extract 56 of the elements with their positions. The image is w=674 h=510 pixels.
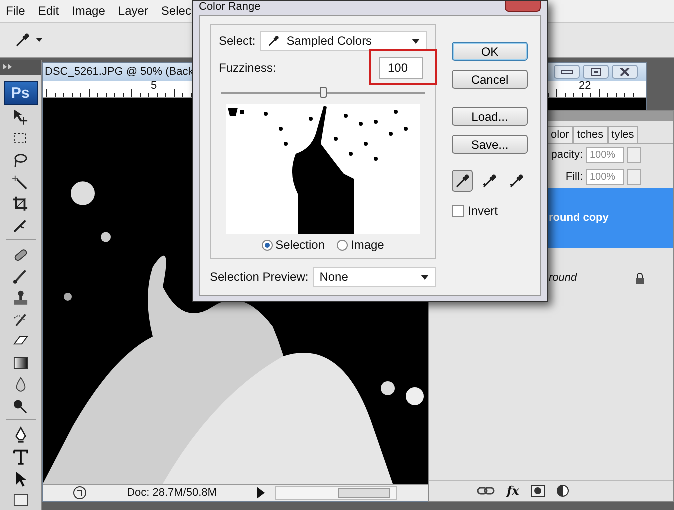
menu-item[interactable]: Edit [38,4,60,18]
eyedropper-icon[interactable] [452,170,474,192]
dialog-button[interactable]: Cancel [452,70,528,89]
ruler-label: 22 [579,81,592,92]
close-icon [620,68,630,76]
adjustment-icon[interactable] [557,485,570,497]
eyedropper-icon [266,34,281,48]
menu-item[interactable]: File [6,4,26,18]
opacity-label: pacity: [551,149,583,161]
select-dropdown[interactable]: Sampled Colors [260,31,427,51]
panel-tab[interactable]: tyles [608,126,638,143]
triangle-right-icon[interactable] [257,487,265,499]
menu-item[interactable]: Image [72,4,106,18]
document-size-info: Doc: 28.7M/50.8M [126,487,218,499]
restore-icon [591,68,601,76]
layer-name: round copy [549,212,609,224]
minimize-icon [561,70,573,74]
close-button[interactable] [612,65,638,79]
dialog-button[interactable]: Save... [452,135,528,154]
app-logo: Ps [4,80,38,106]
layer-name: round [549,272,578,284]
caret-icon [412,38,420,44]
fuzziness-label: Fuzziness: [219,61,276,75]
dialog-button[interactable]: Load... [452,107,528,126]
eyedropper-icon[interactable] [14,31,32,49]
dialog-button[interactable]: OK [452,42,528,61]
panel-tab[interactable]: olor [547,126,574,143]
view-radio[interactable]: Image [337,238,384,252]
selection-preview-label: Selection Preview: [210,270,309,284]
type-tool-icon[interactable] [10,448,30,467]
fuzziness-field[interactable]: 100 [379,57,423,79]
caret-icon[interactable] [36,38,43,42]
horizontal-scrollbar[interactable] [275,486,397,500]
lock-icon [635,272,645,284]
caret-icon [421,274,429,280]
invert-checkbox[interactable]: Invert [452,204,528,218]
effects-button[interactable]: fx [507,484,520,498]
minimize-button[interactable] [554,65,580,79]
crop-icon[interactable] [10,195,30,214]
menu-item[interactable]: Selec [161,4,192,18]
fill-label: Fill: [564,171,583,183]
document-title: DSC_5261.JPG @ 50% (Back [45,66,194,78]
view-radio[interactable]: Selection [262,238,325,252]
link-icon[interactable] [477,487,495,495]
fill-field[interactable]: 100% [586,169,624,185]
select-label: Select: [219,34,256,48]
selection-preview-dropdown[interactable]: None [312,267,436,287]
dialog-title: Color Range [199,1,261,13]
status-info-icon[interactable] [73,486,87,500]
mask-icon[interactable] [531,485,546,497]
opacity-field[interactable]: 100% [586,147,624,163]
panel-tab[interactable]: tches [573,126,608,143]
ruler-label: 5 [151,81,158,92]
menu-item[interactable]: Layer [118,4,148,18]
restore-button[interactable] [583,65,609,79]
chevrons-icon[interactable] [3,64,13,70]
